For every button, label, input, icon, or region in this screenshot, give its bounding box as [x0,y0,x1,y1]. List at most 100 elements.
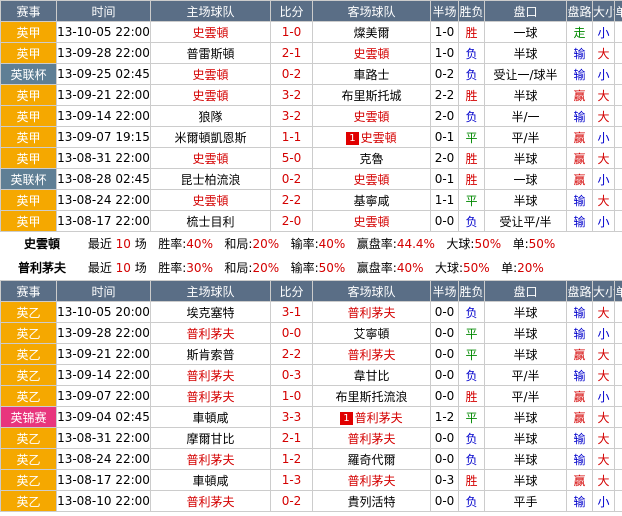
league-cell[interactable]: 英乙 [0,343,57,365]
score-link-text: 2-2 [281,347,302,361]
away-team-link[interactable]: 1 普利茅夫 [312,406,431,428]
score-link[interactable]: 2-1 [270,427,313,449]
over-under-result-text: 大 [597,109,610,124]
score-link[interactable]: 1-2 [270,448,313,470]
home-team-link-text: 埃克塞特 [186,305,235,320]
away-team-link[interactable]: 史雲頓 [312,105,431,127]
away-team-link[interactable]: 布里斯托流浪 [312,385,431,407]
home-team-link[interactable]: 普雷斯頓 [150,42,271,64]
home-team-link-text: 普利茅夫 [186,389,235,404]
away-team-link-text: 史雲頓 [353,172,390,187]
league-cell[interactable]: 英甲 [0,126,57,148]
league-cell[interactable]: 英乙 [0,469,57,491]
score-link[interactable]: 0-0 [270,322,313,344]
score-link[interactable]: 1-0 [270,21,313,43]
league-cell[interactable]: 英甲 [0,105,57,127]
league-cell[interactable]: 英甲 [0,21,57,43]
score-link[interactable]: 3-2 [270,105,313,127]
handicap-value-text: 半球 [513,151,538,166]
away-team-link[interactable]: 克魯 [312,147,431,169]
home-team-link[interactable]: 車頓咸 [150,406,271,428]
league-cell[interactable]: 英锦赛 [0,406,57,428]
score-link[interactable]: 5-0 [270,147,313,169]
league-cell[interactable]: 英乙 [0,448,57,470]
over-under-result: 小 [592,322,615,344]
score-link[interactable]: 2-2 [270,343,313,365]
result-badge: 负 [458,210,485,232]
home-team-link[interactable]: 梳士目利 [150,210,271,232]
over-under-result-text: 小 [597,67,610,82]
score-link-text: 1-0 [281,389,302,403]
score-link[interactable]: 2-1 [270,42,313,64]
header-league: 赛事 [0,0,57,22]
league-cell[interactable]: 英联杯 [0,168,57,190]
league-cell[interactable]: 英乙 [0,385,57,407]
score-link[interactable]: 0-2 [270,168,313,190]
score-link[interactable]: 3-2 [270,84,313,106]
handicap-result-text: 输 [573,109,586,124]
over-under-result-text: 大 [597,473,610,488]
league-cell[interactable]: 英乙 [0,427,57,449]
home-team-link[interactable]: 狼隊 [150,105,271,127]
home-team-link[interactable]: 昆士柏流浪 [150,168,271,190]
home-team-link[interactable]: 史雲頓 [150,189,271,211]
half-time-score: 0-0 [430,322,459,344]
league-cell[interactable]: 英乙 [0,301,57,323]
away-team-link[interactable]: 基寧咸 [312,189,431,211]
result-badge-text: 负 [465,46,478,61]
score-link[interactable]: 3-1 [270,301,313,323]
away-team-link[interactable]: 史雲頓 [312,42,431,64]
score-link[interactable]: 2-0 [270,210,313,232]
home-team-link[interactable]: 普利茅夫 [150,322,271,344]
score-link[interactable]: 0-2 [270,490,313,512]
score-link[interactable]: 3-3 [270,406,313,428]
home-team-link[interactable]: 史雲頓 [150,84,271,106]
home-team-link[interactable]: 史雲頓 [150,21,271,43]
away-team-link[interactable]: 普利茅夫 [312,301,431,323]
home-team-link[interactable]: 普利茅夫 [150,364,271,386]
home-team-link[interactable]: 摩爾甘比 [150,427,271,449]
away-team-link[interactable]: 羅奇代爾 [312,448,431,470]
score-link[interactable]: 1-3 [270,469,313,491]
away-team-link[interactable]: 史雲頓 [312,210,431,232]
home-team-link[interactable]: 埃克塞特 [150,301,271,323]
home-team-link[interactable]: 史雲頓 [150,147,271,169]
away-team-link[interactable]: 貴列活特 [312,490,431,512]
away-team-link[interactable]: 燦美爾 [312,21,431,43]
league-cell[interactable]: 英甲 [0,210,57,232]
league-cell[interactable]: 英乙 [0,322,57,344]
league-cell[interactable]: 英甲 [0,189,57,211]
away-team-link[interactable]: 車路士 [312,63,431,85]
score-link-text: 3-2 [281,109,302,123]
score-link[interactable]: 2-2 [270,189,313,211]
score-link[interactable]: 0-2 [270,63,313,85]
score-link[interactable]: 0-3 [270,364,313,386]
league-cell[interactable]: 英乙 [0,364,57,386]
home-team-link[interactable]: 普利茅夫 [150,385,271,407]
score-link[interactable]: 1-1 [270,126,313,148]
home-team-link[interactable]: 普利茅夫 [150,490,271,512]
away-team-link[interactable]: 普利茅夫 [312,343,431,365]
half-time-score-text: 0-3 [434,473,455,487]
league-cell[interactable]: 英乙 [0,490,57,512]
away-team-link[interactable]: 史雲頓 [312,168,431,190]
home-team-link[interactable]: 車頓咸 [150,469,271,491]
league-cell[interactable]: 英联杯 [0,63,57,85]
away-team-link[interactable]: 普利茅夫 [312,469,431,491]
league-cell[interactable]: 英甲 [0,84,57,106]
away-team-link[interactable]: 艾寧頓 [312,322,431,344]
away-team-link[interactable]: 布里斯托城 [312,84,431,106]
home-team-link[interactable]: 普利茅夫 [150,448,271,470]
result-badge-text: 负 [465,452,478,467]
home-team-link-text: 普利茅夫 [186,494,235,509]
league-cell[interactable]: 英甲 [0,147,57,169]
away-team-link[interactable]: 普利茅夫 [312,427,431,449]
home-team-link[interactable]: 斯肯索普 [150,343,271,365]
away-team-link[interactable]: 韋甘比 [312,364,431,386]
score-link[interactable]: 1-0 [270,385,313,407]
league-cell[interactable]: 英甲 [0,42,57,64]
home-team-link[interactable]: 米爾頓凱恩斯 [150,126,271,148]
match-time-text: 13-09-07 19:15 [57,130,150,144]
home-team-link[interactable]: 史雲頓 [150,63,271,85]
away-team-link[interactable]: 1 史雲頓 [312,126,431,148]
